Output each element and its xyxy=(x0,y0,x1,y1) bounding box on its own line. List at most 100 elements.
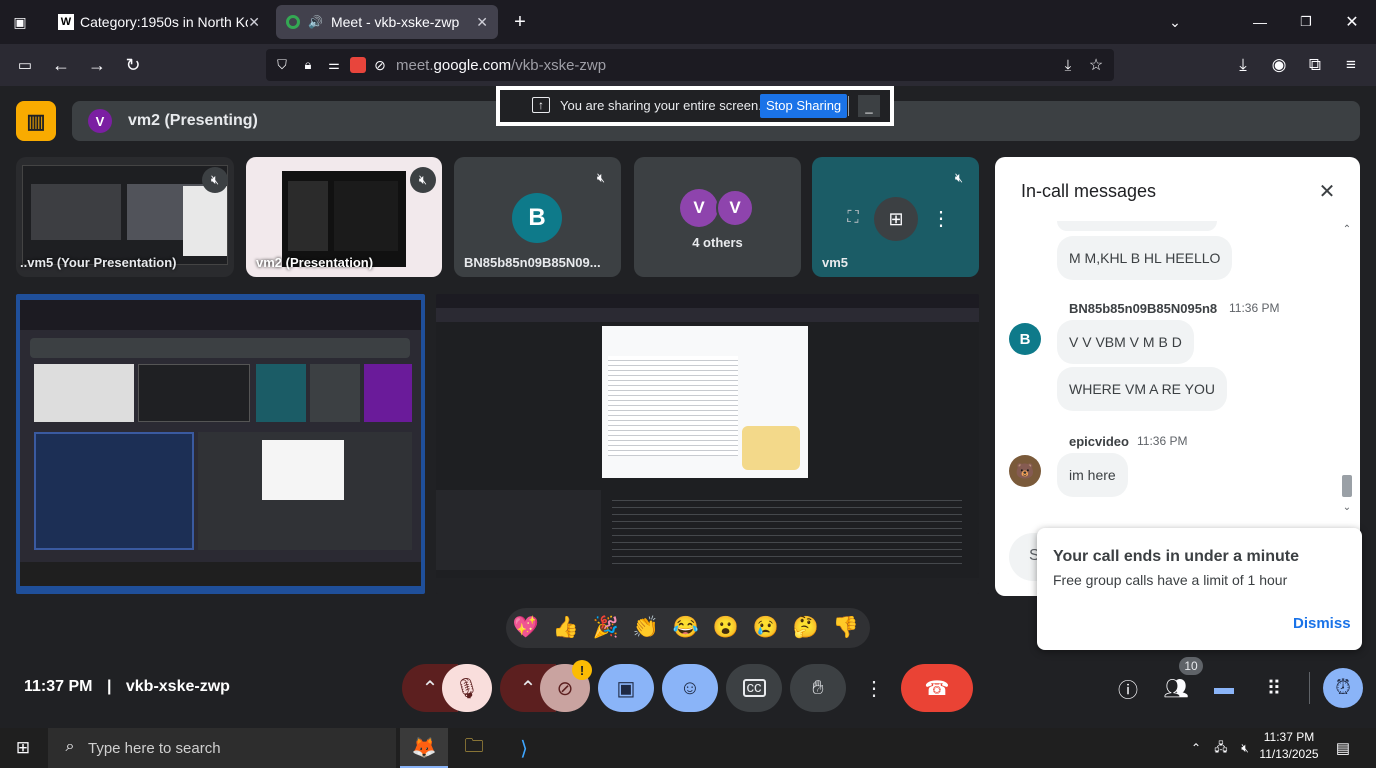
minimize-icon[interactable]: — xyxy=(1248,10,1272,34)
shared-screen-right[interactable] xyxy=(436,294,979,594)
message-sender: BN85b85n09B85N095n8 xyxy=(1069,301,1218,316)
present-button[interactable]: ▣ xyxy=(598,664,654,712)
url-prefix: meet. xyxy=(396,57,434,74)
message-bubble: im here xyxy=(1057,453,1128,497)
surprised-icon[interactable]: 😮 xyxy=(706,616,746,640)
vscode-icon[interactable]: ⟩ xyxy=(502,728,546,768)
thumbs-up-icon[interactable]: 👍 xyxy=(546,616,586,640)
avatar: V xyxy=(716,189,754,227)
speaker-icon[interactable]: 🔊 xyxy=(308,15,323,29)
leave-call-button[interactable]: ☎︎ xyxy=(901,664,973,712)
sharing-text: You are sharing your entire screen. xyxy=(560,98,762,113)
windows-start-icon[interactable]: ⊞ xyxy=(12,738,34,758)
network-icon[interactable]: 🖧 xyxy=(1212,738,1230,758)
close-icon[interactable]: ✕ xyxy=(1313,177,1341,205)
info-icon[interactable]: ⓘ xyxy=(1114,674,1142,702)
chat-icon[interactable]: ▬ xyxy=(1210,674,1238,702)
presentation-logo-icon[interactable]: ▥ xyxy=(16,101,56,141)
party-popper-icon[interactable]: 🎉 xyxy=(586,616,626,640)
close-tab-icon[interactable]: ✕ xyxy=(476,14,488,31)
close-tab-icon[interactable]: ✕ xyxy=(248,14,260,31)
nested-tile xyxy=(34,364,134,422)
tile-vm5[interactable]: 🔇︎ ⛶ ⊞ ⋮ vm5 xyxy=(812,157,979,277)
tab-meet[interactable]: 🔊 Meet - vkb-xske-zwp ✕ xyxy=(276,5,498,39)
scroll-up-icon[interactable]: ⌃ xyxy=(1341,223,1353,235)
downloads-icon[interactable]: ⤓ xyxy=(1232,54,1254,76)
stop-sharing-button[interactable]: Stop Sharing xyxy=(760,94,848,118)
tile-vm2-presentation[interactable]: 🔇︎ vm2 (Presentation) xyxy=(246,157,442,277)
dismiss-button[interactable]: Dismiss xyxy=(1293,615,1351,632)
pin-icon[interactable]: ⊞ xyxy=(874,197,918,241)
mic-off-icon[interactable]: ⊘ xyxy=(370,55,390,75)
sidebar-icon[interactable]: ▭ xyxy=(14,54,36,76)
shared-screen-left[interactable] xyxy=(16,294,425,594)
thumbs-down-icon[interactable]: 👎 xyxy=(826,616,866,640)
nested-doc xyxy=(602,326,808,478)
restore-icon[interactable]: ❐ xyxy=(1294,10,1318,34)
volume-muted-icon[interactable]: 🔇︎ xyxy=(1236,738,1254,758)
sparkling-heart-icon[interactable]: 💖 xyxy=(506,616,546,640)
nested-doc xyxy=(262,440,344,500)
warning-badge: ! xyxy=(572,660,592,680)
new-tab-icon[interactable]: + xyxy=(508,10,532,34)
captions-button[interactable]: cc xyxy=(726,664,782,712)
taskbar-search[interactable]: ⌕ Type here to search xyxy=(48,728,396,768)
frame-icon[interactable]: ⛶ xyxy=(840,205,866,231)
install-icon[interactable]: ⤓ xyxy=(1058,55,1078,75)
toast-title: Your call ends in under a minute xyxy=(1053,548,1299,565)
chat-scrollbar[interactable]: ⌃ ⌄ xyxy=(1341,223,1353,513)
avatar: V xyxy=(680,189,718,227)
meeting-info: 11:37 PM | vkb-xske-zwp xyxy=(24,678,230,696)
url-text[interactable]: meet.google.com/vkb-xske-zwp xyxy=(396,57,606,74)
reload-icon[interactable]: ↻ xyxy=(122,54,144,76)
chevron-up-icon[interactable]: ⌃ xyxy=(1188,738,1204,758)
separator: | xyxy=(106,678,112,695)
sharing-notice-inner: ↑ You are sharing your entire screen. St… xyxy=(500,90,890,122)
close-window-icon[interactable]: ✕ xyxy=(1340,10,1364,34)
extensions-icon[interactable]: ⧉ xyxy=(1304,54,1326,76)
laughing-icon[interactable]: 😂 xyxy=(666,616,706,640)
clapping-icon[interactable]: 👏 xyxy=(626,616,666,640)
account-icon[interactable]: ◉ xyxy=(1268,54,1290,76)
thinking-icon[interactable]: 🤔 xyxy=(786,616,826,640)
notifications-icon[interactable]: ▤ xyxy=(1332,738,1354,758)
crying-icon[interactable]: 😢 xyxy=(746,616,786,640)
permissions-icon[interactable]: ⚌ xyxy=(324,55,344,75)
emoji-icon: ☺ xyxy=(679,676,701,699)
people-icon[interactable]: 👥︎ xyxy=(1162,674,1190,702)
more-options-button[interactable]: ⋮ xyxy=(854,664,894,712)
more-options-icon[interactable]: ⋮ xyxy=(928,205,954,231)
screen-icon: ↑ xyxy=(532,97,550,113)
back-icon[interactable]: ← xyxy=(50,54,72,76)
people-count-badge: 10 xyxy=(1179,657,1203,675)
menu-icon[interactable]: ≡ xyxy=(1340,54,1362,76)
raise-hand-button[interactable]: ✋︎ xyxy=(790,664,846,712)
tab-wikipedia[interactable]: W Category:1950s in North Korea ✕ xyxy=(48,5,270,39)
emoji-button[interactable]: ☺ xyxy=(662,664,718,712)
present-screen-icon: ▣ xyxy=(616,677,636,700)
firefox-icon[interactable]: 🦊 xyxy=(400,728,448,768)
tile-vm5-presentation[interactable]: 🔇︎ ..vm5 (Your Presentation) xyxy=(16,157,234,277)
browser-tab-bar: ▣ W Category:1950s in North Korea ✕ 🔊 Me… xyxy=(0,0,1376,44)
nested-screen xyxy=(198,432,412,550)
minimize-bar-icon[interactable]: _ xyxy=(858,95,880,117)
lock-icon[interactable]: 🔒︎ xyxy=(298,55,318,75)
screen-share-icon[interactable] xyxy=(350,57,366,73)
bookmark-star-icon[interactable]: ☆ xyxy=(1086,55,1106,75)
address-bar[interactable]: ⛉ 🔒︎ ⚌ ⊘ meet.google.com/vkb-xske-zwp ⤓ … xyxy=(266,49,1114,81)
microphone-button[interactable]: 🎙︎ xyxy=(442,664,492,712)
shield-icon[interactable]: ⛉ xyxy=(272,55,292,75)
more-options-icon: ⋮ xyxy=(864,677,884,700)
taskbar-clock[interactable]: 11:37 PM 11/13/2025 xyxy=(1258,730,1320,761)
scroll-down-icon[interactable]: ⌄ xyxy=(1341,501,1353,513)
file-explorer-icon[interactable]: 🗀 xyxy=(452,728,496,768)
forward-icon[interactable]: → xyxy=(86,54,108,76)
scroll-thumb[interactable] xyxy=(1342,475,1352,497)
tab-list-icon[interactable]: ▣ xyxy=(8,12,32,32)
tile-bn85[interactable]: 🔇︎ B BN85b85n09B85N09... xyxy=(454,157,621,277)
chevron-down-icon[interactable]: ⌄ xyxy=(1164,12,1186,32)
tile-others[interactable]: V V 4 others xyxy=(634,157,801,277)
activities-icon[interactable]: ⠿ xyxy=(1260,674,1288,702)
alarm-clock-icon[interactable]: ⏰︎ xyxy=(1323,668,1363,708)
captions-icon: cc xyxy=(742,679,766,697)
